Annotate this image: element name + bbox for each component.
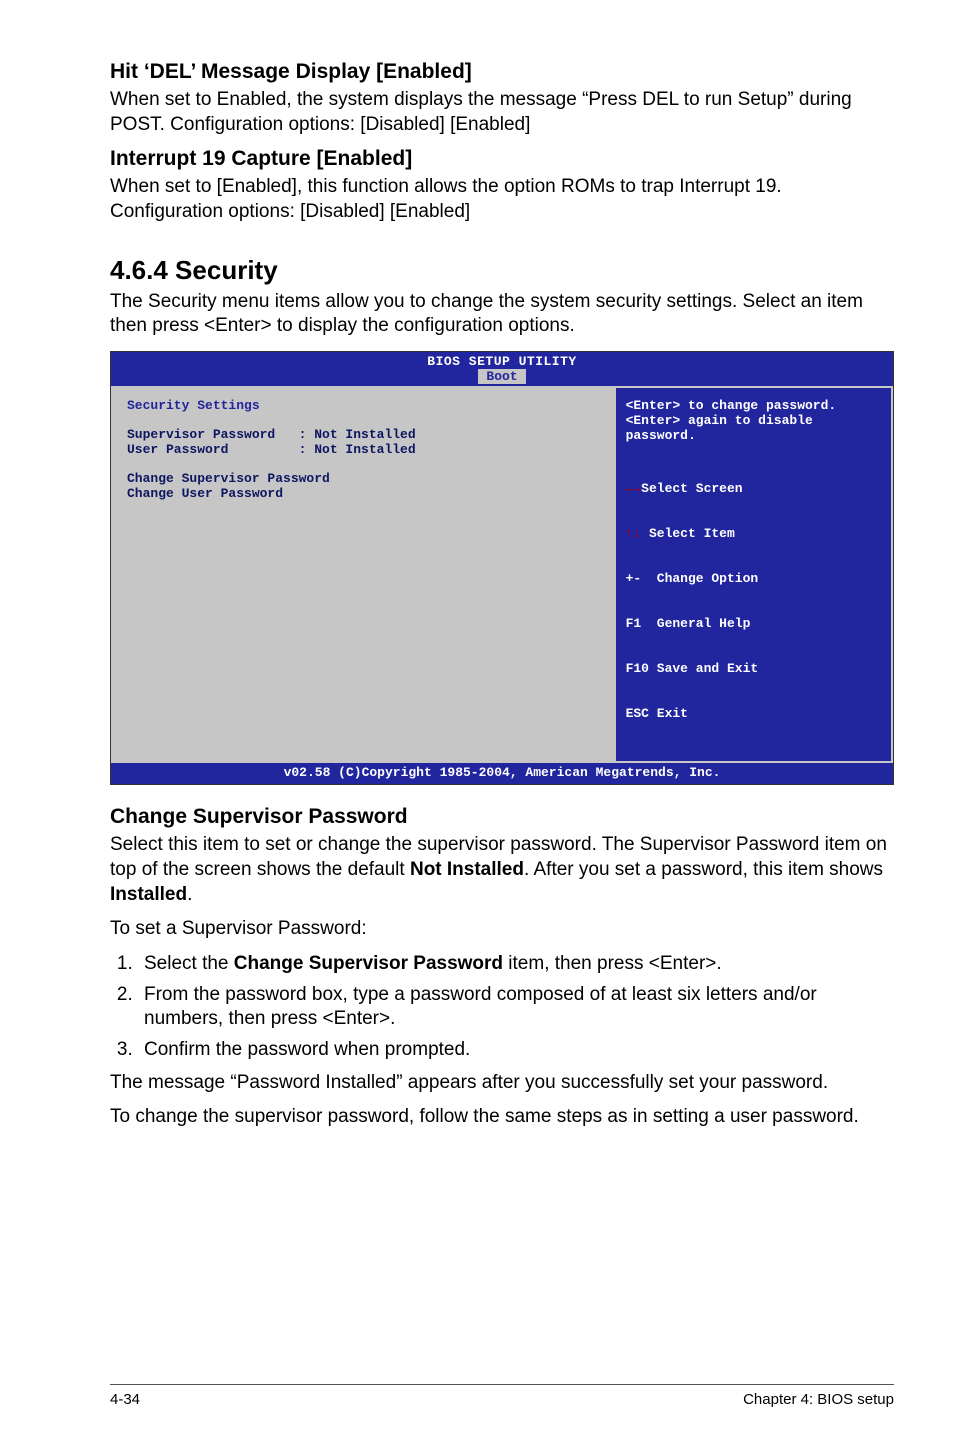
bios-left-pane: Security Settings Supervisor Password : … bbox=[111, 388, 614, 763]
bios-nav-change-option: +- Change Option bbox=[626, 571, 881, 586]
change-sup-steps: Select the Change Supervisor Password it… bbox=[110, 952, 894, 1063]
bios-supervisor-password-row: Supervisor Password : Not Installed bbox=[127, 427, 600, 442]
bios-user-password-row: User Password : Not Installed bbox=[127, 442, 600, 457]
arrows-left-right-icon bbox=[626, 481, 642, 496]
bios-nav-general-help: F1 General Help bbox=[626, 616, 881, 631]
change-sup-p2: To set a Supervisor Password: bbox=[110, 917, 894, 942]
bios-change-supervisor-password: Change Supervisor Password bbox=[127, 471, 600, 486]
page-number: 4-34 bbox=[110, 1391, 140, 1408]
int19-body: When set to [Enabled], this function all… bbox=[110, 175, 894, 224]
step-1: Select the Change Supervisor Password it… bbox=[138, 952, 894, 977]
bios-copyright-footer: v02.58 (C)Copyright 1985-2004, American … bbox=[111, 763, 893, 784]
step-3: Confirm the password when prompted. bbox=[138, 1038, 894, 1063]
change-sup-p1: Select this item to set or change the su… bbox=[110, 833, 894, 907]
bios-right-pane: <Enter> to change password. <Enter> agai… bbox=[614, 388, 893, 763]
change-sup-p3: The message “Password Installed” appears… bbox=[110, 1071, 894, 1096]
bios-nav-save-exit: F10 Save and Exit bbox=[626, 661, 881, 676]
bios-title: BIOS SETUP UTILITY bbox=[427, 354, 576, 369]
change-sup-p4: To change the supervisor password, follo… bbox=[110, 1105, 894, 1130]
hit-del-body: When set to Enabled, the system displays… bbox=[110, 88, 894, 137]
bios-help-line-1: <Enter> to change password. bbox=[626, 398, 881, 413]
bios-nav-select-item: Select Item bbox=[626, 526, 881, 541]
bios-tab-boot: Boot bbox=[478, 369, 525, 384]
arrows-up-down-icon bbox=[626, 526, 649, 541]
security-heading: 4.6.4 Security bbox=[110, 255, 894, 286]
int19-heading: Interrupt 19 Capture [Enabled] bbox=[110, 147, 894, 171]
bios-security-settings-label: Security Settings bbox=[127, 398, 600, 413]
bios-change-user-password: Change User Password bbox=[127, 486, 600, 501]
bios-nav-esc-exit: ESC Exit bbox=[626, 706, 881, 721]
step-2: From the password box, type a password c… bbox=[138, 983, 894, 1032]
hit-del-heading: Hit ‘DEL’ Message Display [Enabled] bbox=[110, 60, 894, 84]
bios-nav-select-screen: Select Screen bbox=[626, 481, 881, 496]
chapter-label: Chapter 4: BIOS setup bbox=[743, 1391, 894, 1408]
change-sup-heading: Change Supervisor Password bbox=[110, 805, 894, 829]
bios-help-line-2: <Enter> again to disable password. bbox=[626, 413, 881, 443]
bios-screenshot: BIOS SETUP UTILITY Boot Security Setting… bbox=[110, 351, 894, 785]
page-footer: 4-34 Chapter 4: BIOS setup bbox=[110, 1384, 894, 1408]
security-intro: The Security menu items allow you to cha… bbox=[110, 290, 894, 339]
